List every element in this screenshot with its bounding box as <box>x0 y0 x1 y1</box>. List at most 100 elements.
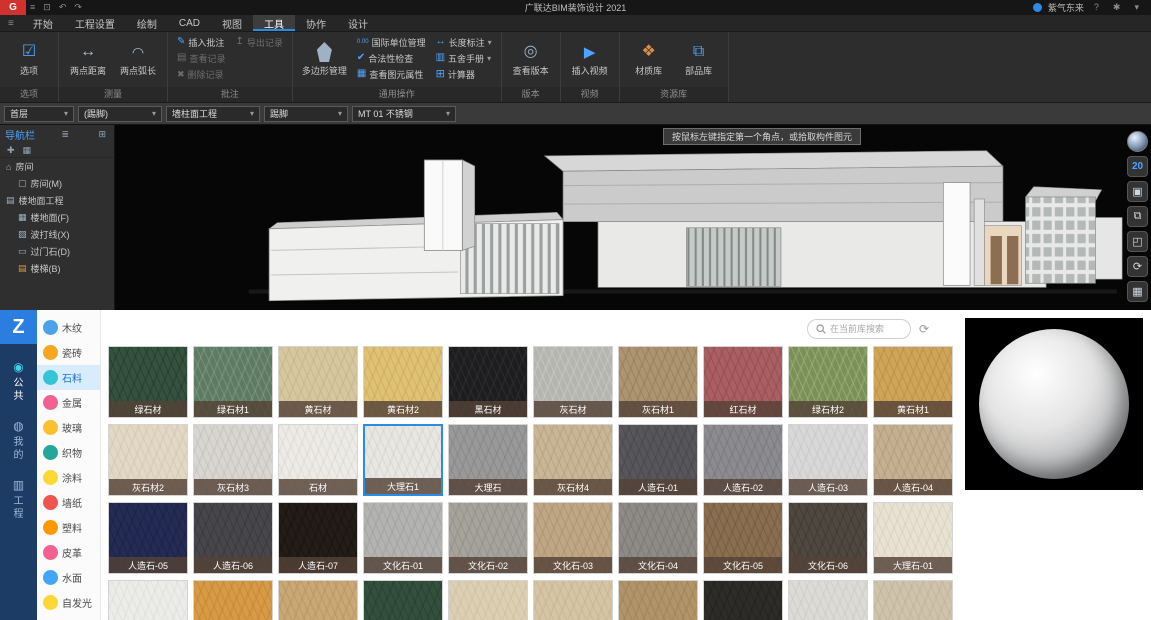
ribbon-button-部品库[interactable]: ⧉部品库 <box>676 34 722 85</box>
copy-view-icon[interactable]: ⧉ <box>1127 206 1148 227</box>
category-item-墙纸[interactable]: 墙纸 <box>37 490 100 515</box>
category-item-涂料[interactable]: 涂料 <box>37 465 100 490</box>
library-tab-我的[interactable]: ◍我的 <box>13 419 25 462</box>
material-swatch[interactable]: 灰石材 <box>533 346 613 418</box>
category-item-玻璃[interactable]: 玻璃 <box>37 415 100 440</box>
material-swatch[interactable]: 绿石材2 <box>788 346 868 418</box>
category-item-皮革[interactable]: 皮革 <box>37 540 100 565</box>
category-item-石料[interactable]: 石料 <box>37 365 100 390</box>
menu-tab-设计[interactable]: 设计 <box>337 15 379 31</box>
material-swatch[interactable]: 文化石-05 <box>703 502 783 574</box>
category-item-自发光[interactable]: 自发光 <box>37 590 100 615</box>
material-swatch[interactable]: 绿石材1 <box>193 346 273 418</box>
ribbon-button-长度标注[interactable]: ↔长度标注▾ <box>433 34 495 50</box>
material-swatch[interactable] <box>618 580 698 620</box>
ribbon-button-国际单位管理[interactable]: 0.00国际单位管理 <box>354 34 429 50</box>
search-input[interactable] <box>830 324 902 334</box>
ribbon-button-多边形管理[interactable]: 多边形管理 <box>299 34 350 85</box>
nav-crosshair-icon[interactable]: ✚ <box>7 145 15 156</box>
ribbon-button-五舍手册[interactable]: ▥五舍手册▾ <box>433 50 495 66</box>
nav-list-icon[interactable]: ≣ <box>58 129 72 140</box>
material-swatch[interactable] <box>448 580 528 620</box>
nav-grid-icon[interactable]: ⊞ <box>95 129 109 140</box>
user-avatar[interactable] <box>1033 3 1042 12</box>
ribbon-button-合法性检查[interactable]: ✔合法性检查 <box>354 50 429 66</box>
material-swatch[interactable]: 灰石材3 <box>193 424 273 496</box>
ribbon-button-两点弧长[interactable]: ◠两点弧长 <box>115 34 161 85</box>
category-item-水面[interactable]: 水面 <box>37 565 100 590</box>
menu-tab-协作[interactable]: 协作 <box>295 15 337 31</box>
undo-icon[interactable]: ↶ <box>55 2 71 12</box>
menu-tab-工程设置[interactable]: 工程设置 <box>64 15 126 31</box>
material-swatch[interactable]: 灰石材1 <box>618 346 698 418</box>
material-swatch[interactable]: 文化石-06 <box>788 502 868 574</box>
library-tab-工程[interactable]: ▥工程 <box>13 478 25 521</box>
material-swatch[interactable]: 石材 <box>278 424 358 496</box>
material-swatch[interactable]: 人造石-01 <box>618 424 698 496</box>
nav-item-楼地面(F)[interactable]: ▦楼地面(F) <box>0 209 114 226</box>
category-item-织物[interactable]: 织物 <box>37 440 100 465</box>
save-icon[interactable]: ⊡ <box>39 2 55 12</box>
ribbon-button-查看版本[interactable]: ◎查看版本 <box>508 34 554 85</box>
material-swatch[interactable]: 黄石材2 <box>363 346 443 418</box>
material-swatch[interactable] <box>533 580 613 620</box>
material-swatch[interactable]: 人造石-06 <box>193 502 273 574</box>
material-swatch[interactable]: 绿石材 <box>108 346 188 418</box>
ribbon-button-删除记录[interactable]: ✖删除记录 <box>174 66 228 82</box>
ribbon-button-查看记录[interactable]: ▤查看记录 <box>174 50 228 66</box>
material-swatch[interactable]: 文化石-02 <box>448 502 528 574</box>
ribbon-button-导出记录[interactable]: ↥导出记录 <box>232 34 285 50</box>
nav-item-波打线(X)[interactable]: ▨波打线(X) <box>0 226 114 243</box>
help-icon[interactable]: ? <box>1090 0 1103 15</box>
material-swatch[interactable]: 大理石-01 <box>873 502 953 574</box>
ribbon-button-计算器[interactable]: ⊞计算器 <box>433 66 495 82</box>
category-item-塑料[interactable]: 塑料 <box>37 515 100 540</box>
category-item-金属[interactable]: 金属 <box>37 390 100 415</box>
nav-item-房间[interactable]: ⌂房间 <box>0 158 114 175</box>
redo-icon[interactable]: ↷ <box>70 2 86 12</box>
context-dropdown-2[interactable]: 墙柱面工程▾ <box>166 106 260 122</box>
settings-icon[interactable]: ✱ <box>1109 0 1125 15</box>
material-swatch[interactable]: 灰石材2 <box>108 424 188 496</box>
view-sphere-icon[interactable] <box>1127 131 1148 152</box>
ribbon-button-两点距离[interactable]: ↔两点距离 <box>65 34 111 85</box>
menu-tab-CAD[interactable]: CAD <box>168 15 211 31</box>
material-swatch[interactable]: 文化石-03 <box>533 502 613 574</box>
material-swatch[interactable]: 人造石-02 <box>703 424 783 496</box>
material-swatch[interactable]: 人造石-04 <box>873 424 953 496</box>
context-dropdown-0[interactable]: 首层▾ <box>4 106 74 122</box>
material-swatch[interactable]: 黑石材 <box>448 346 528 418</box>
menu-tab-开始[interactable]: 开始 <box>22 15 64 31</box>
material-swatch[interactable]: 红石材 <box>703 346 783 418</box>
user-name[interactable]: 紫气东来 <box>1048 1 1084 14</box>
material-swatch[interactable]: 灰石材4 <box>533 424 613 496</box>
material-swatch[interactable]: 人造石-07 <box>278 502 358 574</box>
nav-item-房间(M)[interactable]: ▢房间(M) <box>0 175 114 192</box>
menu-tab-绘制[interactable]: 绘制 <box>126 15 168 31</box>
refresh-icon[interactable]: ⟳ <box>919 322 929 336</box>
ribbon-button-选项[interactable]: ☑选项 <box>6 34 52 85</box>
viewport-3d[interactable]: 按鼠标左键指定第一个角点，或拾取构件图元 20▣⧉◰⟳▦ <box>115 125 1151 310</box>
context-dropdown-4[interactable]: MT 01 不锈钢▾ <box>352 106 456 122</box>
nav-item-楼梯(B)[interactable]: ▤楼梯(B) <box>0 260 114 277</box>
zoom-level-badge[interactable]: 20 <box>1127 156 1148 177</box>
search-box[interactable] <box>807 319 911 339</box>
nav-item-过门石(D)[interactable]: ▭过门石(D) <box>0 243 114 260</box>
material-swatch[interactable]: 黄石材 <box>278 346 358 418</box>
layout-view-icon[interactable]: ◰ <box>1127 231 1148 252</box>
material-swatch[interactable] <box>278 580 358 620</box>
ribbon-button-插入批注[interactable]: ✎插入批注 <box>174 34 228 50</box>
material-swatch[interactable]: 文化石-04 <box>618 502 698 574</box>
ribbon-button-插入视频[interactable]: ▶插入视频 <box>567 34 613 85</box>
select-box-icon[interactable]: ▣ <box>1127 181 1148 202</box>
material-swatch[interactable] <box>193 580 273 620</box>
app-menu-icon[interactable]: ≡ <box>26 2 39 12</box>
menu-tab-工具[interactable]: 工具 <box>253 15 295 31</box>
nav-filter-icon[interactable]: ▦ <box>23 145 32 156</box>
category-item-瓷砖[interactable]: 瓷砖 <box>37 340 100 365</box>
material-swatch[interactable] <box>703 580 783 620</box>
menu-tab-视图[interactable]: 视图 <box>211 15 253 31</box>
app-menu-icon[interactable]: ≡ <box>0 15 22 31</box>
material-swatch[interactable]: 文化石-01 <box>363 502 443 574</box>
collapse-ribbon-icon[interactable]: ▾ <box>1130 0 1143 15</box>
